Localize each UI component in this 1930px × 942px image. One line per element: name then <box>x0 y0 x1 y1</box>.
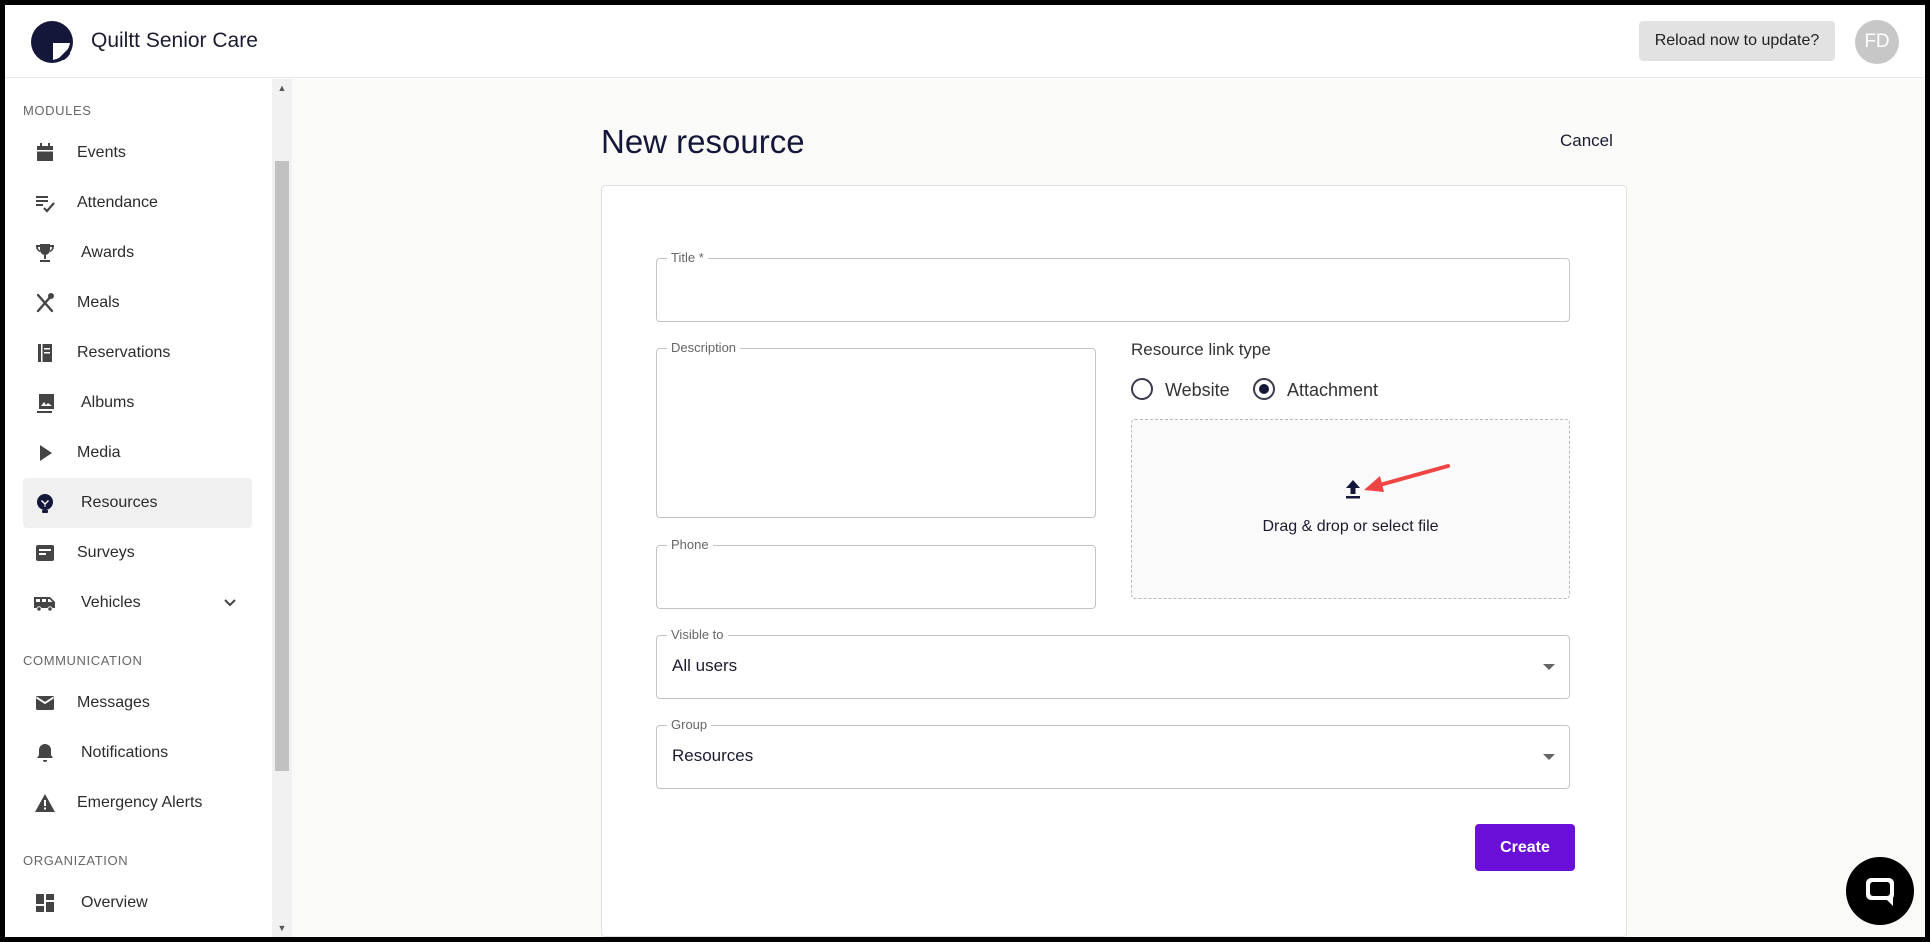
trophy-icon <box>36 244 54 262</box>
sidebar-item-label: Albums <box>81 394 135 411</box>
sidebar-item-meals[interactable]: Meals <box>23 278 252 328</box>
resource-form-card: Title * Description Phone Resource link … <box>601 185 1627 937</box>
sidebar-item-label: Attendance <box>77 194 158 211</box>
app-title: Quiltt Senior Care <box>91 29 258 52</box>
chevron-down-icon[interactable] <box>220 593 240 613</box>
top-bar: Quiltt Senior Care Reload now to update?… <box>5 5 1925 78</box>
reload-button[interactable]: Reload now to update? <box>1639 21 1835 61</box>
sidebar-scrollbar[interactable]: ▲ ▼ <box>272 79 292 937</box>
sidebar-item-label: Reservations <box>77 344 171 361</box>
sidebar-item-resources[interactable]: Resources <box>23 478 252 528</box>
sidebar-item-messages[interactable]: Messages <box>23 678 252 728</box>
radio-attachment-label: Attachment <box>1287 380 1379 400</box>
radio-attachment-circle[interactable] <box>1253 378 1275 400</box>
chat-bubble-icon <box>1866 878 1894 906</box>
sidebar-item-attendance[interactable]: Attendance <box>23 178 252 228</box>
description-label: Description <box>667 340 741 355</box>
sidebar-item-label: Notifications <box>81 744 169 761</box>
resource-link-type-label: Resource link type <box>1131 340 1271 359</box>
section-header-organization: ORGANIZATION <box>23 853 129 868</box>
utensils-icon <box>36 293 54 313</box>
cancel-button[interactable]: Cancel <box>1560 131 1613 151</box>
page-title: New resource <box>601 123 805 160</box>
sidebar-item-albums[interactable]: Albums <box>23 378 252 428</box>
sidebar-item-events[interactable]: Events <box>23 128 252 178</box>
chat-launcher-button[interactable] <box>1846 857 1914 925</box>
radio-website-label: Website <box>1165 380 1230 400</box>
phone-field[interactable]: Phone <box>656 537 1096 609</box>
group-label: Group <box>667 717 712 732</box>
group-select[interactable]: Group Resources <box>656 717 1570 789</box>
section-header-communication: COMMUNICATION <box>23 653 143 668</box>
play-icon <box>40 445 52 461</box>
sidebar-item-label: Awards <box>81 244 135 261</box>
radio-attachment[interactable]: Attachment <box>1253 376 1393 402</box>
sidebar-item-emergency-alerts[interactable]: Emergency Alerts <box>23 778 252 828</box>
bus-icon <box>34 597 55 612</box>
mail-icon <box>36 696 54 710</box>
dropzone-text: Drag & drop or select file <box>1262 518 1439 535</box>
description-field[interactable]: Description <box>656 340 1096 518</box>
book-icon <box>38 344 52 362</box>
file-dropzone[interactable]: Drag & drop or select file <box>1131 419 1570 599</box>
sidebar-item-label: Events <box>77 144 126 161</box>
scroll-up-icon[interactable]: ▲ <box>272 79 292 97</box>
section-header-modules: MODULES <box>23 103 92 118</box>
sidebar-item-label: Vehicles <box>81 594 141 611</box>
survey-icon <box>36 545 54 561</box>
bell-icon <box>37 744 53 762</box>
visible-to-value: All users <box>672 656 738 675</box>
visible-to-label: Visible to <box>667 627 728 642</box>
annotation-arrow-icon <box>1364 464 1450 492</box>
app-window: Quiltt Senior Care Reload now to update?… <box>5 5 1925 937</box>
sidebar-item-media[interactable]: Media <box>23 428 252 478</box>
visible-to-select[interactable]: Visible to All users <box>656 627 1570 699</box>
sidebar-item-label: Emergency Alerts <box>77 794 203 811</box>
sidebar: MODULES Events Attendance Awards Meals R… <box>5 79 272 937</box>
sidebar-item-notifications[interactable]: Notifications <box>23 728 252 778</box>
create-button[interactable]: Create <box>1475 824 1575 871</box>
scroll-down-icon[interactable]: ▼ <box>272 919 292 937</box>
dashboard-icon <box>36 894 54 912</box>
main-content: New resource Cancel Title * Description … <box>292 79 1925 937</box>
sidebar-item-label: Overview <box>81 894 148 911</box>
avatar[interactable]: FD <box>1855 20 1899 64</box>
phone-label: Phone <box>667 537 713 552</box>
title-label: Title * <box>667 250 708 265</box>
dropdown-caret-icon <box>1543 754 1555 760</box>
sidebar-item-overview[interactable]: Overview <box>23 878 252 928</box>
upload-icon <box>1346 480 1360 499</box>
checklist-icon <box>36 196 55 213</box>
app-logo-icon <box>31 21 73 63</box>
warning-icon <box>35 794 55 812</box>
radio-website-circle[interactable] <box>1131 378 1153 400</box>
lightbulb-icon <box>37 494 53 513</box>
radio-website[interactable]: Website <box>1131 376 1241 402</box>
scrollbar-thumb[interactable] <box>275 161 289 771</box>
title-field[interactable]: Title * <box>656 250 1570 322</box>
group-value: Resources <box>672 746 754 765</box>
sidebar-item-label: Surveys <box>77 544 135 561</box>
dropdown-caret-icon <box>1543 664 1555 670</box>
photo-icon <box>35 394 54 413</box>
sidebar-item-label: Media <box>77 444 121 461</box>
sidebar-item-awards[interactable]: Awards <box>23 228 252 278</box>
sidebar-item-label: Meals <box>77 294 120 311</box>
sidebar-item-surveys[interactable]: Surveys <box>23 528 252 578</box>
calendar-icon <box>37 143 53 161</box>
sidebar-item-vehicles[interactable]: Vehicles <box>23 578 252 628</box>
sidebar-item-label: Resources <box>81 494 158 511</box>
sidebar-item-reservations[interactable]: Reservations <box>23 328 252 378</box>
sidebar-item-label: Messages <box>77 694 150 711</box>
